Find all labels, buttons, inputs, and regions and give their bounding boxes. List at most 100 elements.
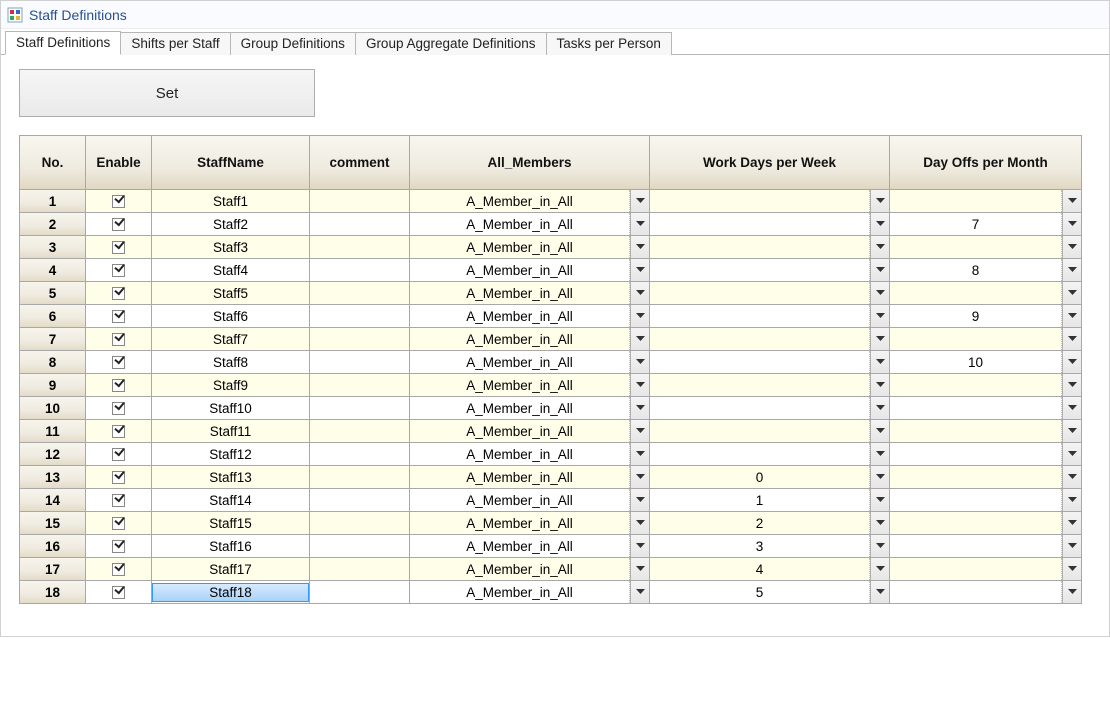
staffname-cell[interactable]: Staff9	[151, 373, 309, 396]
workdays-cell[interactable]: 0	[649, 465, 889, 488]
row-header[interactable]: 15	[19, 511, 85, 534]
allmembers-cell[interactable]: A_Member_in_All	[409, 511, 649, 534]
tab-group-definitions[interactable]: Group Definitions	[231, 32, 356, 55]
dropdown-arrow-icon[interactable]	[1062, 351, 1081, 373]
dropdown-arrow-icon[interactable]	[630, 236, 649, 258]
comment-cell[interactable]	[309, 327, 409, 350]
enable-checkbox[interactable]	[112, 402, 125, 415]
dayoffs-cell[interactable]: 9	[889, 304, 1081, 327]
allmembers-cell[interactable]: A_Member_in_All	[409, 580, 649, 603]
enable-cell[interactable]	[85, 465, 151, 488]
enable-cell[interactable]	[85, 304, 151, 327]
enable-cell[interactable]	[85, 442, 151, 465]
comment-cell[interactable]	[309, 488, 409, 511]
workdays-cell[interactable]	[649, 350, 889, 373]
dropdown-arrow-icon[interactable]	[1062, 489, 1081, 511]
row-header[interactable]: 12	[19, 442, 85, 465]
enable-cell[interactable]	[85, 327, 151, 350]
workdays-cell[interactable]	[649, 442, 889, 465]
dropdown-arrow-icon[interactable]	[630, 443, 649, 465]
allmembers-cell[interactable]: A_Member_in_All	[409, 373, 649, 396]
workdays-cell[interactable]	[649, 281, 889, 304]
enable-checkbox[interactable]	[112, 540, 125, 553]
dropdown-arrow-icon[interactable]	[870, 443, 889, 465]
dayoffs-cell[interactable]	[889, 327, 1081, 350]
staffname-cell[interactable]: Staff5	[151, 281, 309, 304]
tab-group-aggregate-definitions[interactable]: Group Aggregate Definitions	[356, 32, 547, 55]
dropdown-arrow-icon[interactable]	[1062, 443, 1081, 465]
tab-shifts-per-staff[interactable]: Shifts per Staff	[121, 32, 230, 55]
staffname-cell[interactable]: Staff13	[151, 465, 309, 488]
allmembers-cell[interactable]: A_Member_in_All	[409, 350, 649, 373]
allmembers-cell[interactable]: A_Member_in_All	[409, 419, 649, 442]
col-header-allmembers[interactable]: All_Members	[409, 135, 649, 189]
workdays-cell[interactable]: 1	[649, 488, 889, 511]
workdays-cell[interactable]	[649, 212, 889, 235]
dropdown-arrow-icon[interactable]	[870, 351, 889, 373]
workdays-cell[interactable]: 3	[649, 534, 889, 557]
workdays-cell[interactable]	[649, 396, 889, 419]
col-header-enable[interactable]: Enable	[85, 135, 151, 189]
dayoffs-cell[interactable]	[889, 511, 1081, 534]
dropdown-arrow-icon[interactable]	[870, 190, 889, 212]
enable-checkbox[interactable]	[112, 218, 125, 231]
staffname-cell[interactable]: Staff15	[151, 511, 309, 534]
comment-cell[interactable]	[309, 534, 409, 557]
enable-checkbox[interactable]	[112, 517, 125, 530]
dropdown-arrow-icon[interactable]	[870, 512, 889, 534]
enable-checkbox[interactable]	[112, 241, 125, 254]
dropdown-arrow-icon[interactable]	[870, 397, 889, 419]
dropdown-arrow-icon[interactable]	[630, 489, 649, 511]
row-header[interactable]: 2	[19, 212, 85, 235]
staffname-cell[interactable]: Staff17	[151, 557, 309, 580]
allmembers-cell[interactable]: A_Member_in_All	[409, 327, 649, 350]
enable-cell[interactable]	[85, 488, 151, 511]
dayoffs-cell[interactable]: 8	[889, 258, 1081, 281]
dropdown-arrow-icon[interactable]	[1062, 190, 1081, 212]
workdays-cell[interactable]	[649, 304, 889, 327]
workdays-cell[interactable]: 5	[649, 580, 889, 603]
enable-cell[interactable]	[85, 580, 151, 603]
allmembers-cell[interactable]: A_Member_in_All	[409, 488, 649, 511]
staffname-cell[interactable]: Staff8	[151, 350, 309, 373]
enable-checkbox[interactable]	[112, 195, 125, 208]
staffname-cell[interactable]: Staff11	[151, 419, 309, 442]
dropdown-arrow-icon[interactable]	[870, 581, 889, 603]
dropdown-arrow-icon[interactable]	[630, 420, 649, 442]
comment-cell[interactable]	[309, 580, 409, 603]
dropdown-arrow-icon[interactable]	[1062, 213, 1081, 235]
allmembers-cell[interactable]: A_Member_in_All	[409, 557, 649, 580]
col-header-comment[interactable]: comment	[309, 135, 409, 189]
dayoffs-cell[interactable]: 7	[889, 212, 1081, 235]
row-header[interactable]: 8	[19, 350, 85, 373]
enable-checkbox[interactable]	[112, 356, 125, 369]
comment-cell[interactable]	[309, 442, 409, 465]
col-header-dayoffs[interactable]: Day Offs per Month	[889, 135, 1081, 189]
staffname-cell[interactable]: Staff18	[151, 580, 309, 603]
comment-cell[interactable]	[309, 465, 409, 488]
workdays-cell[interactable]	[649, 327, 889, 350]
workdays-cell[interactable]	[649, 189, 889, 212]
enable-checkbox[interactable]	[112, 563, 125, 576]
allmembers-cell[interactable]: A_Member_in_All	[409, 235, 649, 258]
staffname-cell[interactable]: Staff7	[151, 327, 309, 350]
allmembers-cell[interactable]: A_Member_in_All	[409, 465, 649, 488]
dropdown-arrow-icon[interactable]	[630, 535, 649, 557]
enable-checkbox[interactable]	[112, 310, 125, 323]
comment-cell[interactable]	[309, 212, 409, 235]
row-header[interactable]: 9	[19, 373, 85, 396]
staffname-cell[interactable]: Staff3	[151, 235, 309, 258]
dropdown-arrow-icon[interactable]	[1062, 535, 1081, 557]
set-button[interactable]: Set	[19, 69, 315, 117]
enable-cell[interactable]	[85, 511, 151, 534]
dropdown-arrow-icon[interactable]	[870, 489, 889, 511]
row-header[interactable]: 5	[19, 281, 85, 304]
allmembers-cell[interactable]: A_Member_in_All	[409, 212, 649, 235]
dayoffs-cell[interactable]	[889, 580, 1081, 603]
row-header[interactable]: 1	[19, 189, 85, 212]
dayoffs-cell[interactable]	[889, 373, 1081, 396]
enable-checkbox[interactable]	[112, 425, 125, 438]
enable-checkbox[interactable]	[112, 264, 125, 277]
enable-checkbox[interactable]	[112, 586, 125, 599]
comment-cell[interactable]	[309, 396, 409, 419]
